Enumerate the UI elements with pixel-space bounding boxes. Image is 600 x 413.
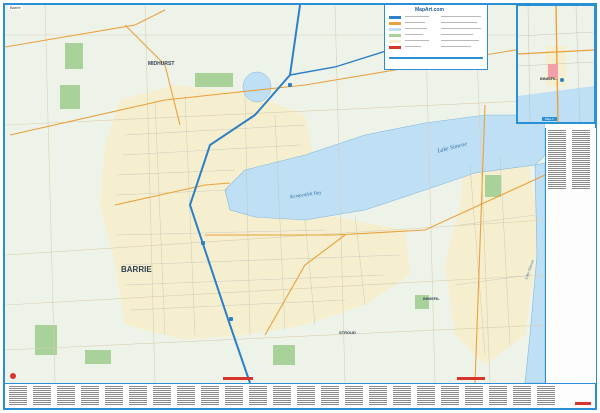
sheet-label: Barrie [8, 5, 23, 10]
legend-title: MapArt.com [415, 7, 444, 13]
inset-place-label: INNISFIL [540, 76, 557, 81]
legend-swatch-park [389, 34, 401, 37]
map-sheet: MIDHURST BARRIE INNISFIL STROUD Lake Sim… [0, 0, 600, 413]
legend-swatch-red [389, 46, 401, 49]
red-tab [575, 402, 591, 405]
legend-scale-bar [389, 57, 483, 59]
place-label-innisfil: INNISFIL [423, 296, 440, 301]
street-index-bottom [5, 383, 595, 408]
legend-swatch-highway [389, 16, 401, 19]
inset-marker-icon [560, 78, 564, 82]
legend-box: MapArt.com [384, 4, 488, 70]
place-label-barrie: BARRIE [121, 265, 152, 274]
inset-key-label: Map A [542, 117, 557, 121]
place-label-stroud: STROUD [339, 330, 356, 335]
legend-swatch-water [389, 28, 401, 31]
street-index-side [545, 128, 596, 383]
highway-shield-icon [288, 83, 292, 87]
legend-swatch-arterial [389, 22, 401, 25]
inset-map[interactable]: INNISFIL Map A [516, 4, 596, 124]
place-label-midhurst: MIDHURST [148, 61, 175, 67]
legend-swatch-urban [389, 40, 401, 43]
inset-map-graphic [518, 6, 594, 122]
